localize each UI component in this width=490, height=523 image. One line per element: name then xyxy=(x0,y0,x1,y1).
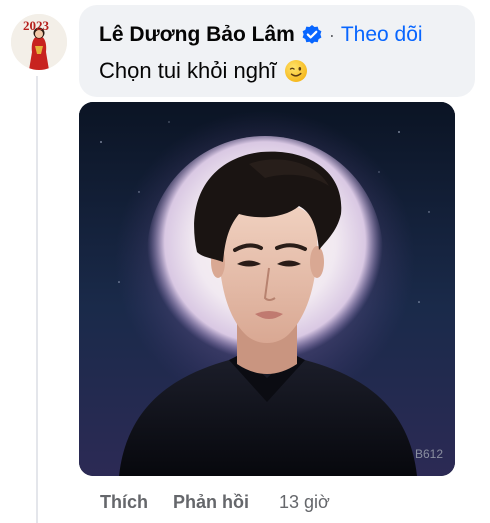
like-button[interactable]: Thích xyxy=(100,492,148,513)
avatar-image: 2023 xyxy=(11,14,67,70)
comment-bubble: Lê Dương Bảo Lâm · Theo dõi Chọn tui khỏ… xyxy=(79,5,475,97)
separator-dot: · xyxy=(328,24,335,45)
avatar[interactable]: 2023 xyxy=(11,14,67,70)
comment-header: Lê Dương Bảo Lâm · Theo dõi xyxy=(99,20,423,50)
watermark-text: B612 xyxy=(415,447,443,461)
comment-actions: Thích Phản hồi 13 giờ xyxy=(100,489,330,515)
follow-button[interactable]: Theo dõi xyxy=(341,23,423,47)
comment-photo[interactable]: B612 xyxy=(79,102,455,476)
timestamp[interactable]: 13 giờ xyxy=(279,492,330,513)
reply-button[interactable]: Phản hồi xyxy=(173,492,249,513)
verified-badge-icon xyxy=(301,24,323,46)
author-name[interactable]: Lê Dương Bảo Lâm xyxy=(99,23,295,47)
comment-body: Chọn tui khỏi nghĩ xyxy=(99,58,308,84)
winking-face-icon xyxy=(284,59,308,83)
comment-text: Chọn tui khỏi nghĩ xyxy=(99,58,277,83)
avatar-badge-text: 2023 xyxy=(23,18,50,33)
thread-line xyxy=(36,76,38,523)
